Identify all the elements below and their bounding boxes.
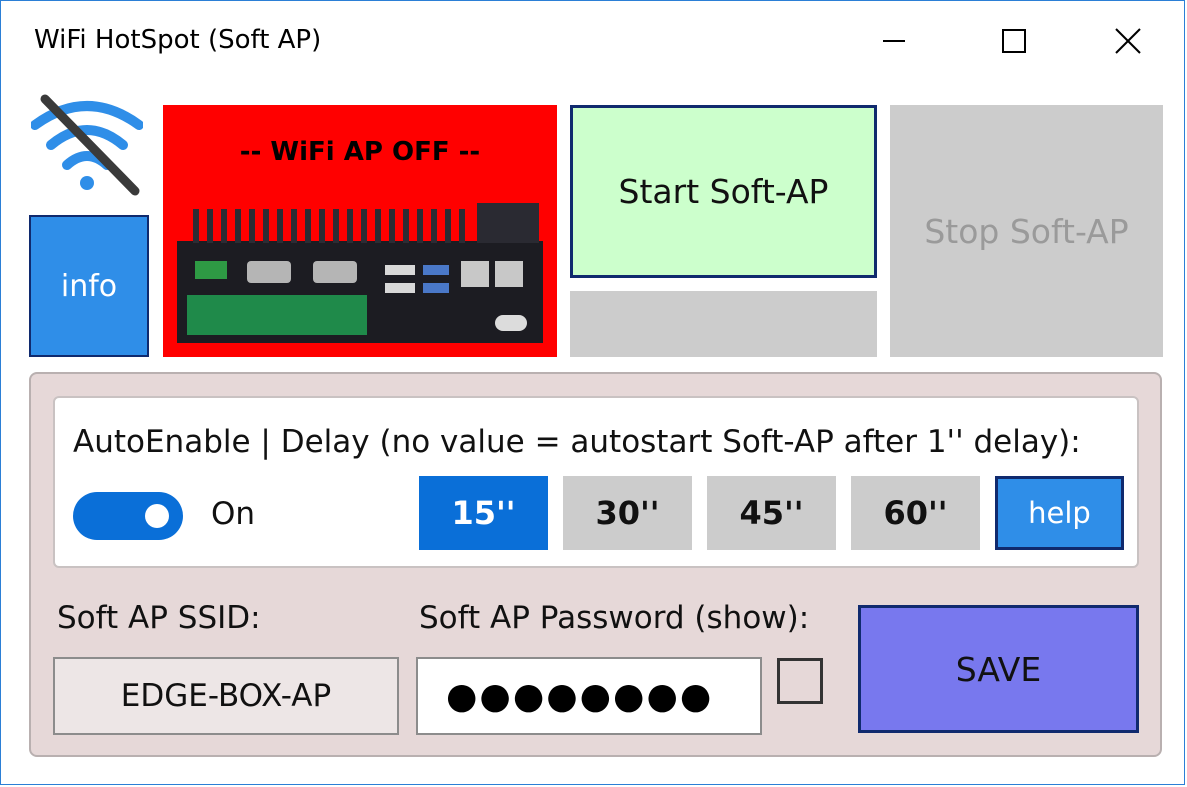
close-button[interactable] [1105,21,1151,61]
info-button[interactable]: info [29,215,149,357]
edge-box-device-image [177,203,543,343]
close-icon [1115,28,1141,54]
delay-45-button[interactable]: 45'' [707,476,836,550]
toggle-knob [145,504,169,528]
delay-label: 45'' [739,494,804,532]
stop-soft-ap-button[interactable]: Stop Soft-AP [890,105,1163,357]
auto-enable-group: AutoEnable | Delay (no value = autostart… [53,396,1139,568]
delay-30-button[interactable]: 30'' [563,476,692,550]
password-field[interactable]: ●●●●●●●● [416,657,762,735]
wifi-status-text: -- WiFi AP OFF -- [239,137,481,167]
delay-60-button[interactable]: 60'' [851,476,980,550]
start-soft-ap-button[interactable]: Start Soft-AP [570,105,877,278]
minimize-button[interactable] [871,21,917,61]
title-bar: WiFi HotSpot (Soft AP) [1,1,1184,81]
minimize-icon [883,40,905,42]
wifi-off-icon [31,94,143,196]
ssid-label: Soft AP SSID: [57,600,261,636]
stop-soft-ap-label: Stop Soft-AP [924,211,1129,251]
save-button[interactable]: SAVE [858,605,1139,733]
maximize-button[interactable] [991,21,1037,61]
ssid-field[interactable]: EDGE-BOX-AP [53,657,399,735]
toggle-state-label: On [211,496,256,532]
ssid-value: EDGE-BOX-AP [120,678,332,714]
password-value: ●●●●●●●● [446,675,714,717]
status-placeholder-block [570,291,877,357]
wifi-status-panel: -- WiFi AP OFF -- [163,105,557,357]
app-window: WiFi HotSpot (Soft AP) info -- WiFi AP O… [0,0,1185,785]
help-label: help [1028,496,1091,530]
info-label: info [60,268,118,304]
maximize-icon [1002,29,1026,53]
password-label: Soft AP Password (show): [419,600,810,636]
help-button[interactable]: help [995,476,1124,550]
delay-label: 30'' [595,494,660,532]
settings-panel: AutoEnable | Delay (no value = autostart… [29,372,1162,757]
auto-enable-toggle[interactable] [73,492,183,540]
save-label: SAVE [955,649,1042,689]
window-title: WiFi HotSpot (Soft AP) [34,25,322,55]
show-password-checkbox[interactable] [777,658,823,704]
delay-15-button[interactable]: 15'' [419,476,548,550]
start-soft-ap-label: Start Soft-AP [618,172,829,211]
auto-enable-label: AutoEnable | Delay (no value = autostart… [73,424,1081,460]
delay-label: 60'' [883,494,948,532]
delay-label: 15'' [451,494,516,532]
